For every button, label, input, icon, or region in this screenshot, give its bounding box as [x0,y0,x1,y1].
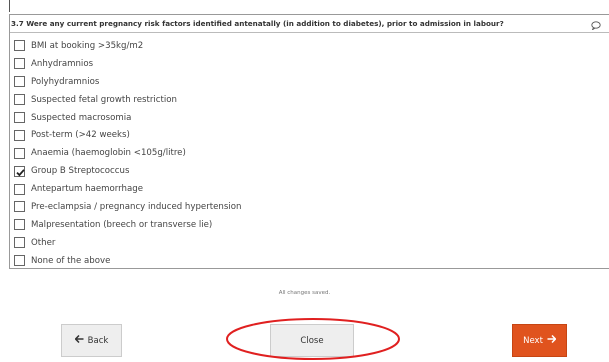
option-label: Other [31,237,56,248]
option-checkbox[interactable] [14,94,25,106]
question-header: 3.7 Were any current pregnancy risk fact… [10,15,609,33]
option-row[interactable]: None of the above [14,252,609,270]
option-row[interactable]: Anaemia (haemoglobin <105g/litre) [14,144,609,162]
top-divider [9,0,10,12]
question-panel: 3.7 Were any current pregnancy risk fact… [9,14,609,269]
option-row[interactable]: Suspected macrosomia [14,109,609,127]
option-label: Group B Streptococcus [31,166,130,177]
annotation-ellipse [226,318,400,360]
option-checkbox[interactable] [14,129,25,141]
option-checkbox[interactable] [14,40,25,52]
comment-icon[interactable] [591,19,601,31]
arrow-right-icon [547,334,557,346]
arrow-left-icon [74,334,84,346]
options-list: BMI at booking >35kg/m2 Anhydramnios Polyh… [10,33,609,270]
option-checkbox[interactable] [14,76,25,88]
option-checkbox[interactable] [14,183,25,195]
option-checkbox[interactable] [14,58,25,70]
option-row[interactable]: Polyhydramnios [14,73,609,91]
option-checkbox[interactable] [14,255,25,267]
option-label: Anhydramnios [31,58,94,69]
save-status: All changes saved. [278,290,331,296]
option-checkbox[interactable] [14,112,25,123]
checkmark-icon [16,168,25,176]
option-label: Malpresentation (breech or transverse li… [31,219,213,230]
option-checkbox[interactable] [14,219,25,231]
back-button[interactable]: Back [61,324,122,357]
option-label: Antepartum haemorrhage [31,184,144,195]
option-label: Polyhydramnios [31,76,100,87]
option-row[interactable]: Other [14,234,609,252]
back-label: Back [87,335,109,346]
question-text: 3.7 Were any current pregnancy risk fact… [11,19,504,28]
option-label: BMI at booking >35kg/m2 [31,40,144,51]
option-row[interactable]: Anhydramnios [14,55,609,73]
option-row[interactable]: BMI at booking >35kg/m2 [14,37,609,55]
option-label: Suspected macrosomia [31,112,132,123]
next-label: Next [523,335,543,346]
next-button[interactable]: Next [512,324,567,357]
option-checkbox[interactable] [14,147,25,159]
option-label: Anaemia (haemoglobin <105g/litre) [31,148,186,159]
option-label: Suspected fetal growth restriction [31,94,177,105]
option-row[interactable]: Group B Streptococcus [14,162,609,180]
option-row[interactable]: Antepartum haemorrhage [14,180,609,198]
option-label: Post-term (>42 weeks) [31,130,130,141]
option-row[interactable]: Malpresentation (breech or transverse li… [14,216,609,234]
option-label: Pre-eclampsia / pregnancy induced hypert… [31,201,242,212]
option-label: None of the above [31,255,111,266]
option-checkbox[interactable] [14,237,25,249]
option-row[interactable]: Suspected fetal growth restriction [14,91,609,109]
option-row[interactable]: Post-term (>42 weeks) [14,126,609,144]
option-row[interactable]: Pre-eclampsia / pregnancy induced hypert… [14,198,609,216]
option-checkbox[interactable] [14,201,25,213]
option-checkbox[interactable] [14,165,25,177]
